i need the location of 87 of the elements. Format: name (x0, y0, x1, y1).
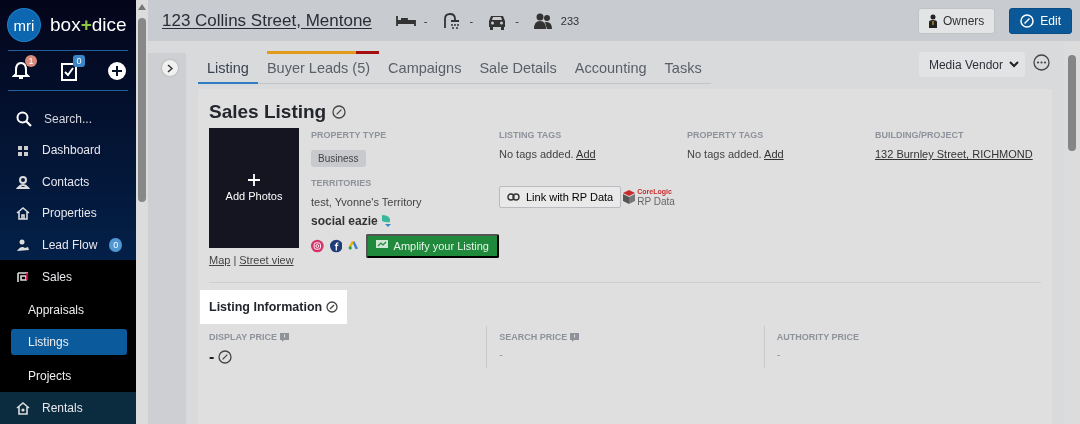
add-link[interactable]: Add (764, 148, 784, 160)
chevron-down-icon (1009, 61, 1019, 68)
link-icon (507, 192, 520, 201)
count-badge: 0 (109, 237, 122, 252)
people-icon (532, 11, 553, 30)
count-badge: 0 (73, 54, 85, 67)
map-link[interactable]: Map (209, 254, 231, 266)
person-icon (16, 174, 30, 189)
rp-data-caption: RP Data (637, 196, 675, 207)
add-photos-button[interactable]: Add Photos (209, 128, 299, 248)
edit-button[interactable]: Edit (1009, 7, 1072, 34)
person-key-icon (16, 237, 30, 252)
tab[interactable]: Accounting (565, 53, 656, 83)
tab[interactable]: Campaigns (379, 53, 471, 83)
nav-item[interactable]: Properties (0, 197, 136, 229)
nav-item[interactable]: Sales (0, 260, 136, 294)
amplify-button[interactable]: Amplify your Listing (365, 233, 499, 258)
edit-icon (218, 350, 233, 364)
add-button[interactable] (108, 61, 126, 80)
street-view-link[interactable]: Street view (239, 254, 294, 266)
view-dropdown[interactable]: Media Vendor (918, 52, 1025, 77)
cube-logo-icon (623, 189, 636, 204)
tab[interactable]: Sale Details (470, 53, 566, 83)
empty-tags-text: No tags added. Add (687, 148, 785, 160)
nav-item[interactable]: Contacts (0, 165, 136, 198)
expand-button[interactable] (162, 60, 178, 76)
tasks-button[interactable] (60, 60, 78, 81)
house-icon (16, 401, 30, 416)
tab[interactable]: Listing (198, 53, 258, 84)
feature-value: - (515, 14, 519, 27)
field-label: DISPLAY PRICE (209, 332, 278, 342)
feature-value: - (423, 14, 428, 27)
brand-logo: mri (8, 9, 40, 42)
field-label: PROPERTY TYPE (311, 130, 388, 140)
clipboard-check-icon (60, 60, 78, 81)
leaf-icon (379, 213, 392, 228)
price-value: - (499, 348, 503, 360)
field-label: BUILDING/PROJECT (875, 130, 965, 140)
search-field[interactable]: Search... (44, 111, 93, 126)
section-title: Listing Information (209, 300, 323, 314)
more-icon[interactable] (1033, 54, 1050, 71)
shower-icon (441, 11, 462, 30)
nav-subitem[interactable]: Listings (11, 329, 127, 356)
dashboard-icon (16, 143, 30, 158)
property-type-tag: Business (311, 150, 366, 167)
link-separator: | (233, 254, 237, 266)
chevron-right-icon (167, 63, 173, 73)
plus-icon (248, 174, 260, 186)
notifications-button[interactable] (12, 60, 30, 81)
feature-value: 233 (560, 14, 580, 27)
territories-value: test, Yvonne's Territory (311, 195, 423, 208)
tab[interactable]: Tasks (655, 53, 711, 83)
nav-subitem[interactable]: Appraisals (0, 293, 136, 327)
owners-button[interactable]: Owners (917, 7, 996, 34)
search-icon (16, 110, 32, 127)
edit-icon (332, 105, 347, 119)
count-badge: 1 (25, 54, 37, 67)
scroll-up-icon (138, 4, 146, 10)
address-link[interactable]: 123 Collins Street, Mentone (162, 10, 372, 31)
house-icon (16, 206, 30, 221)
note-icon (280, 332, 290, 342)
field-label: PROPERTY TAGS (687, 130, 765, 140)
nav-item[interactable]: Lead Flow (42, 237, 98, 252)
edit-icon (1020, 13, 1035, 28)
nav-subitem[interactable]: Projects (0, 359, 136, 393)
bell-icon (12, 60, 30, 81)
feature-value: - (469, 14, 474, 27)
empty-tags-text: No tags added. Add (499, 148, 597, 160)
field-label: LISTING TAGS (499, 130, 563, 140)
person-icon (928, 13, 937, 28)
field-label: SEARCH PRICE (499, 332, 568, 342)
building-link[interactable]: 132 Burnley Street, RICHMOND (875, 148, 1033, 160)
tab[interactable]: Buyer Leads (5) (257, 53, 380, 83)
section-title: Sales Listing (209, 101, 327, 123)
add-link[interactable]: Add (576, 148, 596, 160)
nav-item[interactable]: Rentals (0, 392, 136, 424)
rp-data-button[interactable]: Link with RP Data (499, 185, 622, 208)
price-value: - (776, 348, 781, 360)
social-eazie-logo: social eazie (311, 213, 378, 228)
note-icon (570, 332, 580, 342)
price-value: - (209, 348, 215, 366)
nav-item[interactable]: Dashboard (0, 134, 136, 166)
field-label: TERRITORIES (311, 177, 373, 188)
edit-icon (326, 301, 339, 313)
field-label: AUTHORITY PRICE (776, 332, 859, 342)
brand-name: box+dice (50, 14, 127, 37)
add-icon (108, 61, 126, 80)
